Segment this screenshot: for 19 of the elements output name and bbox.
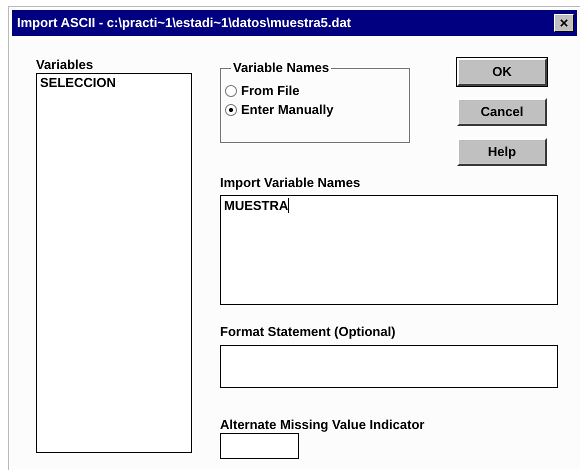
missing-indicator-field[interactable] (220, 433, 299, 459)
window-title: Import ASCII - c:\practi~1\estadi~1\datos\muestra5.dat (17, 14, 352, 32)
radio-option[interactable]: Enter Manually (225, 103, 409, 116)
close-button[interactable]: × (554, 14, 574, 32)
radio-option[interactable]: From File (225, 84, 409, 97)
radio-button[interactable] (225, 84, 237, 96)
import-names-field[interactable]: MUESTRA (220, 195, 558, 305)
dialog-button[interactable]: Cancel (457, 98, 547, 126)
format-statement-field[interactable] (220, 345, 558, 388)
list-item[interactable]: SELECCION (40, 75, 188, 91)
dialog-button[interactable]: OK (457, 58, 547, 86)
dialog-button[interactable]: Help (457, 138, 547, 166)
radio-button[interactable] (225, 104, 237, 116)
import-names-label: Import Variable Names (220, 176, 362, 189)
variables-list[interactable]: SELECCION (36, 73, 192, 453)
variables-label: Variables (36, 58, 94, 71)
missing-indicator-label: Alternate Missing Value Indicator (220, 418, 426, 431)
format-statement-label: Format Statement (Optional) (220, 325, 397, 338)
group-label: Variable Names (231, 61, 332, 74)
